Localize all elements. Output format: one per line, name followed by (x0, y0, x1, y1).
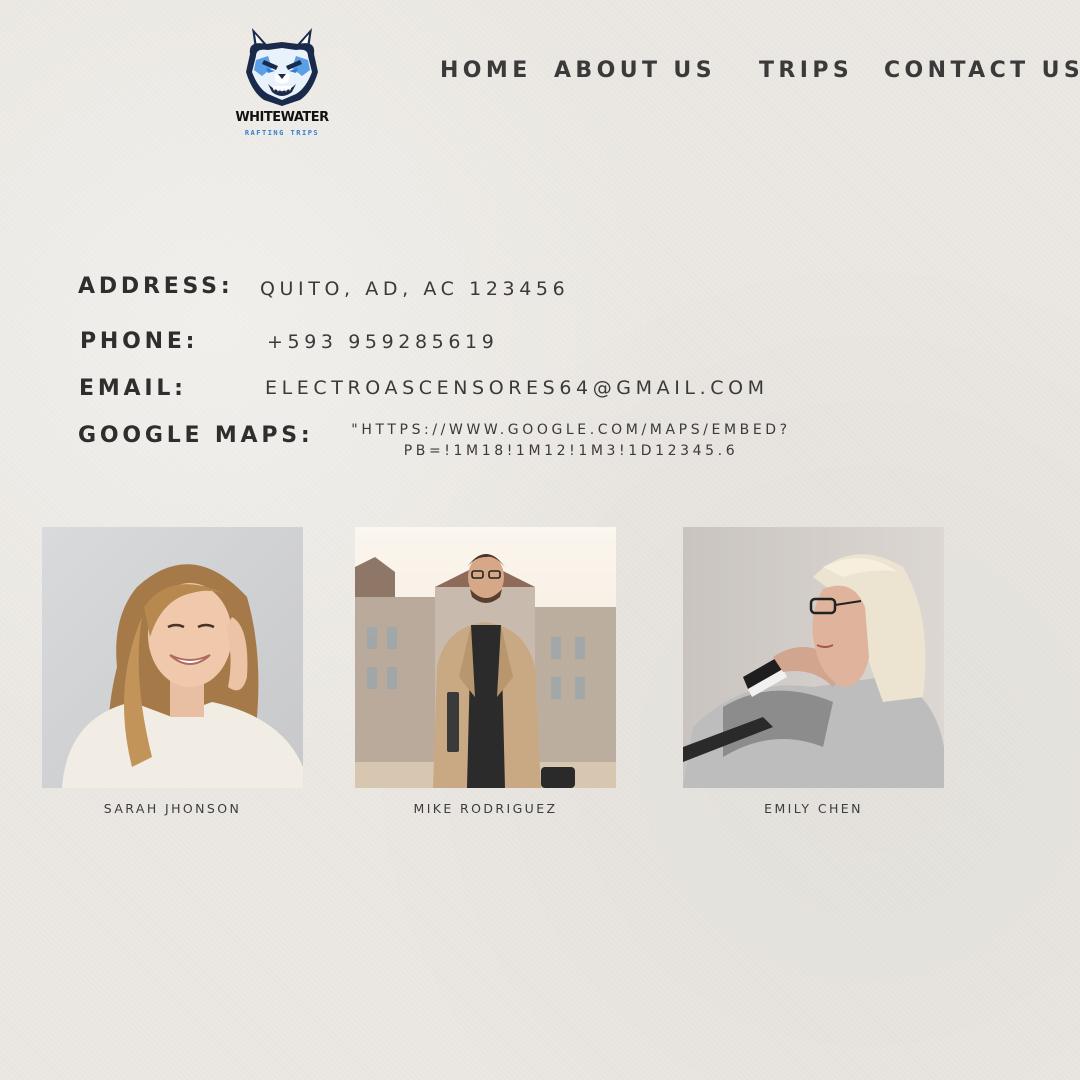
brand-logo[interactable]: WHITEWATER RAFTING TRIPS (232, 26, 332, 146)
brand-title: WHITEWATER (235, 110, 329, 125)
google-maps-value-line1: "HTTPS://WWW.GOOGLE.COM/MAPS/EMBED? (351, 422, 791, 438)
team-member-photo (683, 527, 944, 788)
address-value: QUITO, AD, AC 123456 (260, 278, 570, 300)
brand-subtitle: RAFTING TRIPS (244, 129, 320, 137)
google-maps-value-line2: PB=!1M18!1M12!1M3!1D12345.6 (403, 443, 739, 459)
team-member-card: SARAH JHONSON (42, 527, 303, 816)
nav-about-us-link[interactable]: ABOUT US (554, 58, 716, 83)
team-member-card: EMILY CHEN (683, 527, 944, 816)
email-value[interactable]: ELECTROASCENSORES64@GMAIL.COM (265, 377, 769, 399)
team-member-name: MIKE RODRIGUEZ (413, 801, 558, 816)
team-member-photo (355, 527, 616, 788)
phone-label: PHONE: (80, 329, 199, 354)
google-maps-label: GOOGLE MAPS: (78, 423, 314, 448)
team-member-card: MIKE RODRIGUEZ (355, 527, 616, 816)
address-label: ADDRESS: (78, 274, 234, 299)
email-label: EMAIL: (79, 376, 187, 401)
phone-value[interactable]: +593 959285619 (267, 331, 498, 353)
team-member-name: EMILY CHEN (764, 801, 863, 816)
nav-contact-us-link[interactable]: CONTACT US (884, 58, 1080, 83)
team-member-name: SARAH JHONSON (103, 801, 242, 816)
google-maps-value[interactable]: "HTTPS://WWW.GOOGLE.COM/MAPS/EMBED? PB=!… (316, 420, 826, 462)
team-member-photo (42, 527, 303, 788)
nav-trips-link[interactable]: TRIPS (759, 58, 853, 83)
wolf-head-icon (246, 28, 318, 106)
nav-home-link[interactable]: HOME (440, 58, 532, 83)
